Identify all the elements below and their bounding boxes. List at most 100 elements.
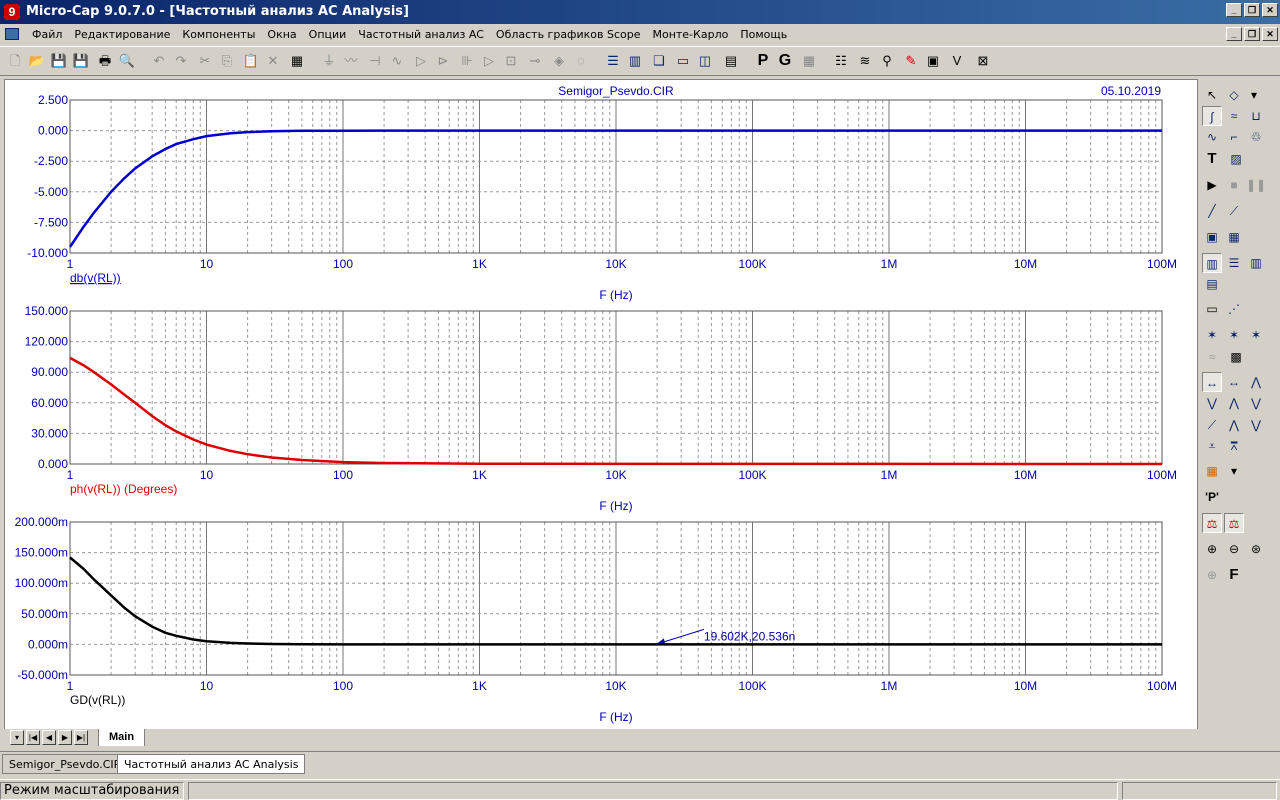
document-icon[interactable] — [5, 28, 19, 40]
waves-icon[interactable]: ≈ — [1224, 106, 1244, 126]
font-icon[interactable]: F — [1224, 565, 1244, 585]
max-icon[interactable]: ⋀ — [1224, 415, 1244, 435]
print-icon[interactable]: 🖶 — [96, 52, 114, 70]
hatch-icon[interactable]: ≈ — [1202, 347, 1222, 367]
select-all-icon[interactable]: ▦ — [288, 52, 306, 70]
box-chart-icon[interactable]: ▩ — [1226, 347, 1246, 367]
node-icon[interactable]: ◈ — [550, 52, 568, 70]
nav-prev-button[interactable]: ◀ — [42, 730, 56, 745]
resistor-icon[interactable]: 〰 — [342, 52, 360, 70]
zoom-window-icon[interactable]: ⊠ — [974, 52, 992, 70]
valley-icon[interactable]: ⋁ — [1202, 393, 1222, 413]
slope-icon[interactable]: ⟋ — [1202, 415, 1222, 435]
dip-icon[interactable]: ⋁ — [1246, 393, 1266, 413]
doc-minimize-button[interactable]: _ — [1226, 27, 1242, 41]
waveform-icon[interactable]: ≋ — [856, 52, 874, 70]
menu-scope[interactable]: Область графиков Scope — [490, 28, 647, 41]
pointer-icon[interactable]: ↖ — [1202, 85, 1222, 105]
redo-icon[interactable]: ↷ — [172, 52, 190, 70]
basket-icon[interactable]: ⊔ — [1246, 106, 1266, 126]
transistor-icon[interactable]: ⊳ — [434, 52, 452, 70]
open-icon[interactable]: 📂 — [28, 52, 46, 70]
capacitor-icon[interactable]: ⊣ — [366, 52, 384, 70]
pen-icon[interactable]: ✎ — [902, 52, 920, 70]
table-icon[interactable]: ▤ — [1202, 274, 1222, 294]
new-icon[interactable]: 🗋 — [6, 52, 24, 70]
zoom-in-icon[interactable]: ⊕ — [1202, 539, 1222, 559]
globe-icon[interactable]: ⊕ — [1202, 565, 1222, 585]
paste-icon[interactable]: 📋 — [242, 52, 260, 70]
global-max-icon[interactable]: ⩞ — [1224, 436, 1244, 456]
copy-icon[interactable]: ⎘ — [218, 52, 236, 70]
tile-vertical-icon[interactable]: ▥ — [626, 52, 644, 70]
print-preview-icon[interactable]: 🔍 — [118, 52, 136, 70]
peak-right-icon[interactable]: ↔ — [1224, 372, 1244, 392]
tile-horizontal-icon[interactable]: ☰ — [604, 52, 622, 70]
line-marker-icon[interactable]: ⟋ — [1224, 201, 1244, 221]
tab-main[interactable]: Main — [98, 729, 146, 746]
save-icon[interactable]: 💾 — [50, 52, 68, 70]
palette-icon[interactable]: ▦ — [1202, 461, 1222, 481]
plot-area[interactable]: 2.500 0.000 -2.500 -5.000 -7.500 -10.000 1 10 10… — [4, 79, 1198, 743]
scale-icon[interactable]: ∫ — [1202, 106, 1222, 126]
scale-left-icon[interactable]: ⚖ — [1202, 513, 1222, 533]
doc-close-button[interactable]: ✕ — [1262, 27, 1278, 41]
line-icon[interactable]: ╱ — [1202, 201, 1222, 221]
peak-left-icon[interactable]: ↔ — [1202, 372, 1222, 392]
calculator-icon[interactable]: ▤ — [722, 52, 740, 70]
scale-right-icon[interactable]: ⚖ — [1224, 513, 1244, 533]
minimize-button[interactable]: _ — [1226, 3, 1242, 17]
menu-windows[interactable]: Окна — [261, 28, 302, 41]
close-button[interactable]: ✕ — [1262, 3, 1278, 17]
menu-monte-carlo[interactable]: Монте-Карло — [646, 28, 734, 41]
cursor-left-icon[interactable]: ✶ — [1202, 325, 1222, 345]
run-icon[interactable]: ▶ — [1202, 175, 1222, 195]
zoom-out-icon[interactable]: ⊖ — [1224, 539, 1244, 559]
g-button[interactable]: G — [776, 52, 794, 70]
p-label-icon[interactable]: 'P' — [1202, 487, 1222, 507]
hgrid-icon[interactable]: ☰ — [1224, 253, 1244, 273]
restore-button[interactable]: ❐ — [1244, 3, 1260, 17]
scatter-icon[interactable]: ⋰ — [1224, 299, 1244, 319]
inductor-icon[interactable]: ∿ — [388, 52, 406, 70]
clipboard-icon[interactable]: ▨ — [1226, 149, 1246, 169]
ground-icon[interactable]: ⏚ — [320, 52, 338, 70]
save-all-icon[interactable]: 💾 — [72, 52, 90, 70]
battery-icon[interactable]: ⊪ — [458, 52, 476, 70]
nav-next-button[interactable]: ▶ — [58, 730, 72, 745]
min-icon[interactable]: ⋁ — [1246, 415, 1266, 435]
nav-last-button[interactable]: ▶| — [74, 730, 88, 745]
p-button[interactable]: P — [754, 52, 772, 70]
menu-options[interactable]: Опции — [303, 28, 353, 41]
grid-toggle-icon[interactable]: ▦ — [1224, 227, 1244, 247]
doc-restore-button[interactable]: ❐ — [1244, 27, 1260, 41]
charts-svg[interactable]: 2.5000.000-2.500-5.000-7.500-10.0001 10 10… — [5, 80, 1197, 742]
stop-icon[interactable]: ■ — [1224, 175, 1244, 195]
grid-icon[interactable]: ▦ — [800, 52, 818, 70]
vd-icon[interactable]: V — [948, 52, 966, 70]
pause-icon[interactable]: ❚❚ — [1246, 175, 1266, 195]
window-icon[interactable]: ▭ — [674, 52, 692, 70]
menu-components[interactable]: Компоненты — [176, 28, 261, 41]
step-icon[interactable]: ⌐ — [1224, 127, 1244, 147]
split-icon[interactable]: ◫ — [696, 52, 714, 70]
wire-icon[interactable]: ⊸ — [526, 52, 544, 70]
menu-ac-analysis[interactable]: Частотный анализ AC — [352, 28, 490, 41]
delete-icon[interactable]: ✕ — [264, 52, 282, 70]
doctab-ac-analysis[interactable]: Частотный анализ AC Analysis — [117, 754, 306, 774]
cut-icon[interactable]: ✂ — [196, 52, 214, 70]
diode-icon[interactable]: ▷ — [412, 52, 430, 70]
menu-edit[interactable]: Редактирование — [68, 28, 176, 41]
cascade-icon[interactable]: ❏ — [650, 52, 668, 70]
switch-icon[interactable]: ⊡ — [502, 52, 520, 70]
dropdown-icon[interactable]: ▾ — [1244, 85, 1264, 105]
hump-icon[interactable]: ⋀ — [1224, 393, 1244, 413]
shape-icon[interactable]: ◇ — [1224, 85, 1244, 105]
cursor-right-icon[interactable]: ✶ — [1246, 325, 1266, 345]
nav-first-button[interactable]: |◀ — [26, 730, 40, 745]
display-icon[interactable]: ▣ — [924, 52, 942, 70]
nav-menu-button[interactable]: ▾ — [10, 730, 24, 745]
doctab-schematic[interactable]: Semigor_Psevdo.CIR — [2, 754, 129, 774]
undo-icon[interactable]: ↶ — [150, 52, 168, 70]
global-min-icon[interactable]: ⩡ — [1202, 436, 1222, 456]
